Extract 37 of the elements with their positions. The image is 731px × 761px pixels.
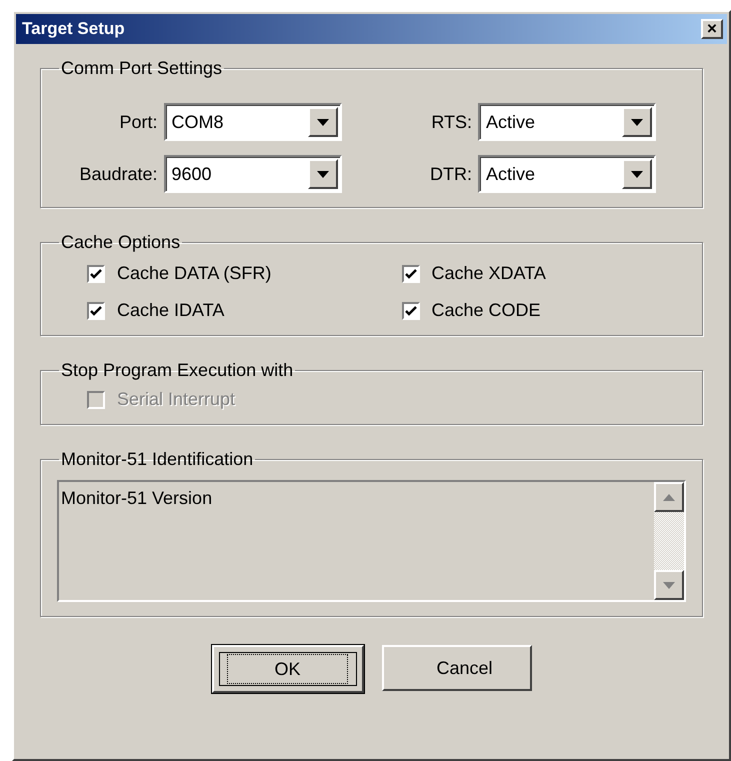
checkbox-label: Cache DATA (SFR) [117, 263, 272, 284]
checkmark-icon [90, 268, 102, 278]
field-label: Port: [119, 112, 158, 132]
down-arrow-icon [316, 118, 328, 126]
checkmark-icon [90, 306, 102, 316]
down-arrow-icon [631, 118, 643, 126]
checkmark-icon [404, 306, 416, 316]
checkbox[interactable] [87, 264, 105, 282]
checkbox[interactable] [402, 264, 420, 282]
checkbox-label: Cache CODE [432, 300, 541, 321]
dropdown[interactable]: Active [478, 155, 656, 193]
checkbox[interactable] [402, 302, 420, 320]
checkbox[interactable] [87, 302, 105, 320]
dropdown[interactable]: 9600 [164, 155, 342, 193]
down-arrow-icon [631, 170, 643, 178]
dropdown[interactable]: COM8 [164, 103, 342, 141]
checkmark-icon [404, 268, 416, 278]
checkbox-label: Cache XDATA [432, 263, 546, 284]
group-title: Comm Port Settings [60, 58, 224, 79]
group-title: Cache Options [60, 232, 182, 253]
down-arrow-icon [316, 170, 328, 178]
version-text: Monitor-51 Version [60, 487, 214, 510]
dialog-button[interactable]: OK [212, 645, 364, 693]
field-label: DTR: [430, 164, 472, 184]
field-label: RTS: [431, 112, 472, 132]
up-arrow-icon [663, 494, 675, 500]
down-arrow-icon [663, 582, 675, 588]
close-button[interactable]: × [701, 19, 723, 39]
checkbox-label: Cache IDATA [117, 300, 224, 321]
group-title: Stop Program Execution with [60, 360, 294, 381]
dropdown[interactable]: Active [478, 103, 656, 141]
dialog-button[interactable]: Cancel [382, 645, 532, 691]
group-title: Monitor-51 Identification [60, 449, 254, 470]
window-title: Target Setup [22, 19, 125, 39]
field-label: Baudrate: [79, 164, 158, 184]
scrollbar[interactable] [654, 482, 684, 600]
checkbox-label: Serial Interrupt [117, 389, 236, 410]
